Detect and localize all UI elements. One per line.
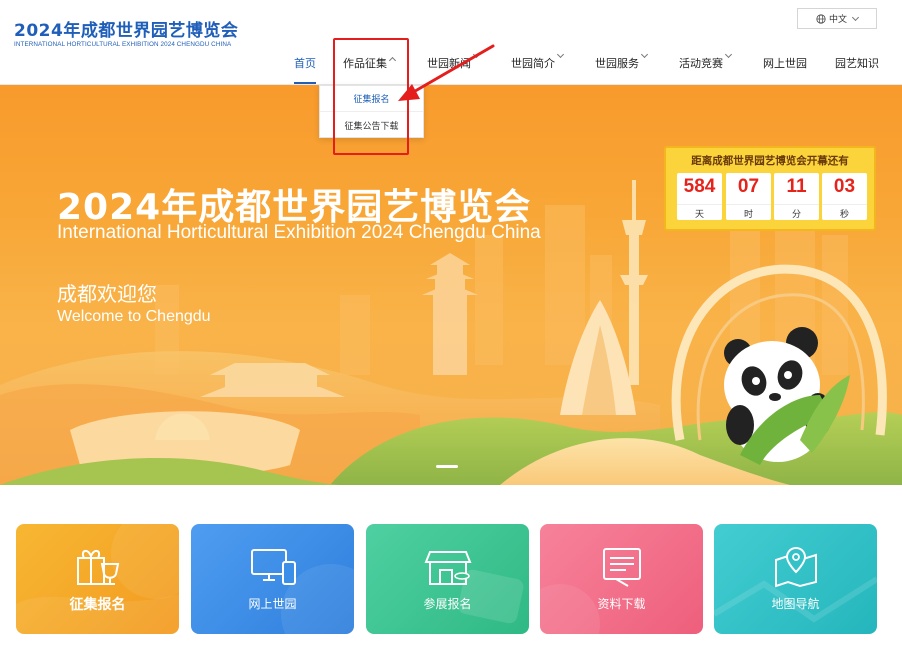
gift-trophy-icon xyxy=(77,550,120,585)
countdown-unit: 分 xyxy=(774,204,819,220)
chevron-down-icon xyxy=(556,50,565,59)
nav-label: 活动竞赛 xyxy=(679,57,723,70)
welcome-text-cn: 成都欢迎您 xyxy=(57,282,157,306)
works-collection-dropdown: 征集报名 征集公告下载 xyxy=(319,85,424,138)
card-label: 参展报名 xyxy=(423,597,472,611)
nav-item-works-collection[interactable]: 作品征集 xyxy=(343,48,397,78)
nav-label: 园艺知识 xyxy=(835,57,879,70)
chevron-down-icon xyxy=(640,50,649,59)
card-label: 地图导航 xyxy=(771,597,820,611)
logo-title: 2024年成都世界园艺博览会 xyxy=(14,21,239,41)
chevron-down-icon xyxy=(724,50,733,59)
countdown-value: 584 xyxy=(683,176,716,197)
devices-icon xyxy=(251,549,296,585)
nav-item-online-expo[interactable]: 网上世园 xyxy=(763,48,807,78)
chevron-up-icon xyxy=(388,56,397,65)
countdown-seconds: 03 秒 xyxy=(822,173,867,220)
card-registration[interactable]: 征集报名 xyxy=(16,524,179,634)
card-label: 网上世园 xyxy=(248,597,297,611)
countdown-panel: 距离成都世界园艺博览会开幕还有 584 天 07 时 11 分 03 秒 xyxy=(664,146,876,231)
countdown-unit: 时 xyxy=(726,204,771,220)
dropdown-item-registration[interactable]: 征集报名 xyxy=(320,86,423,112)
countdown-value: 07 xyxy=(737,176,760,197)
site-logo[interactable]: 2024年成都世界园艺博览会 INTERNATIONAL HORTICULTUR… xyxy=(14,21,238,49)
nav-label: 世园服务 xyxy=(595,57,639,70)
dropdown-item-notice-download[interactable]: 征集公告下载 xyxy=(320,112,423,138)
hero-banner[interactable]: 2024年成都世界园艺博览会 International Horticultur… xyxy=(0,85,902,485)
card-label: 征集报名 xyxy=(69,597,126,613)
nav-item-news[interactable]: 世园新闻 xyxy=(427,48,481,78)
chevron-down-icon xyxy=(851,13,860,21)
countdown-value: 11 xyxy=(786,176,807,197)
welcome-text-en: Welcome to Chengdu xyxy=(57,308,211,325)
countdown-title: 距离成都世界园艺博览会开幕还有 xyxy=(691,155,849,167)
nav-label: 世园新闻 xyxy=(427,57,471,70)
countdown-hours: 07 时 xyxy=(726,173,771,220)
nav-item-gardening[interactable]: 园艺知识 xyxy=(835,48,879,78)
card-exhibitor-registration[interactable]: 参展报名 xyxy=(366,524,529,634)
language-label: 中文 xyxy=(828,15,847,25)
site-header: 2024年成都世界园艺博览会 INTERNATIONAL HORTICULTUR… xyxy=(0,0,902,85)
store-icon xyxy=(424,551,472,585)
globe-icon xyxy=(816,13,826,24)
countdown-minutes: 11 分 xyxy=(774,173,819,220)
countdown-unit: 秒 xyxy=(822,204,867,220)
nav-label: 世园简介 xyxy=(511,57,555,70)
nav-item-home[interactable]: 首页 xyxy=(294,48,316,84)
banner-subtitle: International Horticultural Exhibition 2… xyxy=(57,222,541,243)
nav-label: 首页 xyxy=(294,57,316,70)
language-selector[interactable]: 中文 xyxy=(797,8,877,29)
countdown-unit: 天 xyxy=(677,204,722,220)
chevron-down-icon xyxy=(472,50,481,59)
card-downloads[interactable]: 资料下载 xyxy=(540,524,703,634)
countdown-days: 584 天 xyxy=(677,173,722,220)
document-icon xyxy=(603,548,641,587)
nav-label: 作品征集 xyxy=(343,57,387,70)
carousel-indicator[interactable] xyxy=(436,465,458,468)
card-label: 资料下载 xyxy=(597,597,646,611)
card-online-expo[interactable]: 网上世园 xyxy=(191,524,354,634)
nav-item-about[interactable]: 世园简介 xyxy=(511,48,565,78)
main-nav: 首页 作品征集 世园新闻 世园简介 世园服务 活动竞赛 网上世园 园艺知识 xyxy=(0,48,902,84)
nav-item-services[interactable]: 世园服务 xyxy=(595,48,649,78)
nav-label: 网上世园 xyxy=(763,57,807,70)
map-pin-icon xyxy=(775,546,817,588)
countdown-value: 03 xyxy=(833,176,856,197)
card-map-navigation[interactable]: 地图导航 xyxy=(714,524,877,634)
nav-item-events[interactable]: 活动竞赛 xyxy=(679,48,733,78)
